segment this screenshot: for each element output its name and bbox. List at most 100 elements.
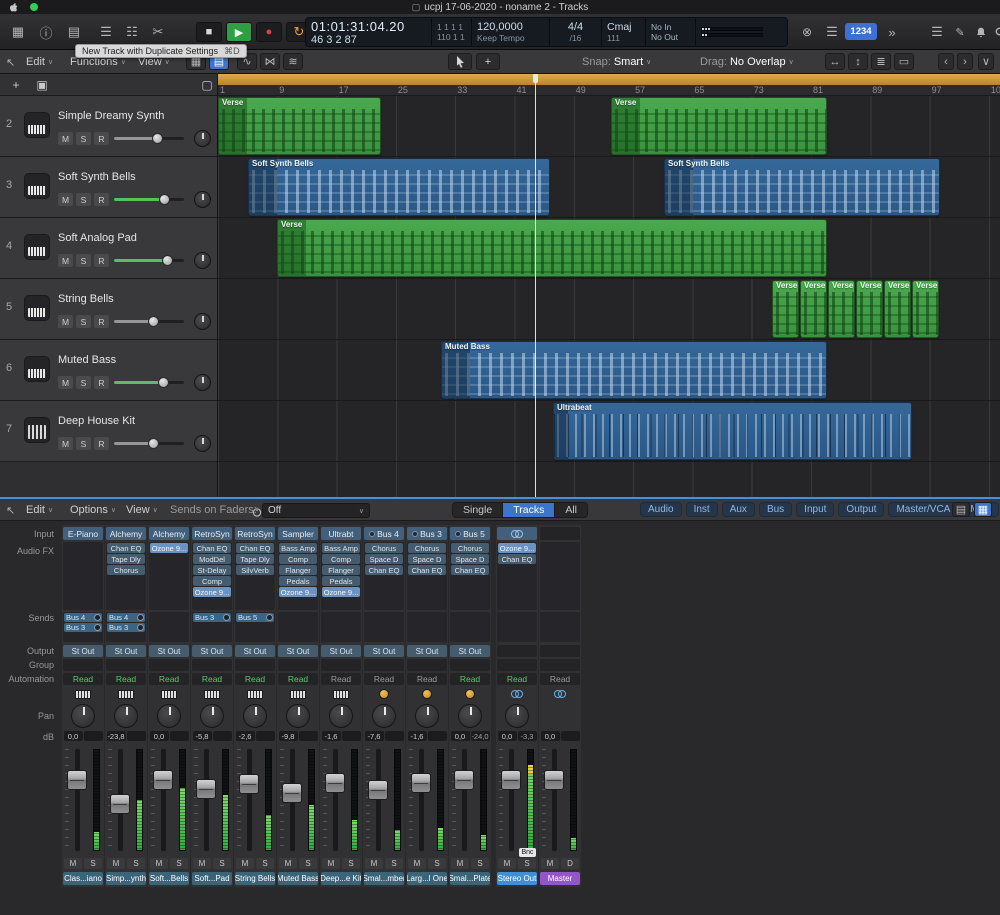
mixer-wide-view-icon[interactable]: ▦ <box>974 502 992 517</box>
fx-slot[interactable]: Chan EQ <box>408 565 446 575</box>
volume-value[interactable]: -9,8 <box>279 731 298 741</box>
toolbar-toggle-icon[interactable]: ▦ <box>6 22 30 42</box>
track-header[interactable]: 6 Muted Bass M S R <box>0 340 217 401</box>
mixer-channel-strip[interactable]: Bus 3 ChorusSpace DChan EQ St Out Read -… <box>406 525 448 887</box>
fx-slot[interactable]: Ozone 9... <box>322 587 360 597</box>
record-enable-button[interactable]: R <box>94 254 109 267</box>
record-enable-button[interactable]: R <box>94 315 109 328</box>
channel-automation-slot[interactable]: Read <box>192 673 232 685</box>
pan-knob[interactable] <box>194 435 211 452</box>
filter-audio[interactable]: Audio <box>640 502 682 517</box>
midi-region[interactable]: Verse <box>218 97 381 155</box>
command-click-tool-button[interactable]: + <box>476 53 500 70</box>
channel-sends-area[interactable]: Bus 3 <box>192 612 232 642</box>
channel-group-slot[interactable] <box>235 659 275 671</box>
channel-input-slot[interactable]: Bus 4 <box>364 527 404 540</box>
volume-value[interactable]: 0,0 <box>64 731 83 741</box>
solo-button[interactable]: S <box>471 858 489 869</box>
solo-button[interactable]: D <box>561 858 579 869</box>
mute-button[interactable]: M <box>322 858 340 869</box>
bar-ruler[interactable]: 191725334149576573818997105 <box>218 74 1000 96</box>
fx-slot[interactable]: St-Delay <box>193 565 231 575</box>
solo-button[interactable]: S <box>76 376 91 389</box>
mixer-channel-strip[interactable]: Bus 4 ChorusSpace DChan EQ St Out Read -… <box>363 525 405 887</box>
record-enable-button[interactable]: R <box>94 376 109 389</box>
lcd-signature-cell[interactable]: 4/4 /16 <box>550 18 602 46</box>
track-header[interactable]: 7 Deep House Kit M S R <box>0 401 217 462</box>
channel-group-slot[interactable] <box>149 659 189 671</box>
list-editors-icon[interactable]: ☰ <box>820 22 844 42</box>
channel-input-slot[interactable] <box>497 527 537 540</box>
channel-name[interactable]: Smal...mber <box>364 872 404 885</box>
channel-name[interactable]: Stereo Out <box>497 872 537 885</box>
fader-handle[interactable] <box>239 774 259 794</box>
channel-group-slot[interactable] <box>540 659 580 671</box>
solo-button[interactable]: S <box>127 858 145 869</box>
playhead[interactable] <box>535 74 536 497</box>
channel-input-slot[interactable]: RetroSyn <box>192 527 232 540</box>
solo-button[interactable]: S <box>518 858 536 869</box>
track-header[interactable]: 2 Simple Dreamy Synth M S R <box>0 96 217 157</box>
left-click-tool-button[interactable] <box>448 53 472 70</box>
midi-region[interactable]: Verse <box>828 280 855 338</box>
volume-value[interactable]: -5,8 <box>193 731 212 741</box>
fader-handle[interactable] <box>544 770 564 790</box>
midi-region[interactable]: Verse <box>277 219 827 277</box>
pan-knob[interactable] <box>157 704 181 728</box>
volume-value[interactable]: 0,0 <box>541 731 560 741</box>
mute-button[interactable]: M <box>64 858 82 869</box>
channel-sends-area[interactable] <box>364 612 404 642</box>
midi-region[interactable]: Soft Synth Bells <box>248 158 550 216</box>
tab-tracks[interactable]: Tracks <box>503 503 555 517</box>
channel-sends-area[interactable] <box>149 612 189 642</box>
track-name[interactable]: Deep House Kit <box>58 415 135 427</box>
fx-slot[interactable]: Pedals <box>279 576 317 586</box>
filter-output[interactable]: Output <box>838 502 884 517</box>
search-icon[interactable] <box>988 22 1000 42</box>
mixer-channel-strip[interactable]: Alchemy Chan EQTape DlyChorus Bus 4Bus 3… <box>105 525 147 887</box>
solo-button[interactable]: S <box>76 315 91 328</box>
pan-knob[interactable] <box>458 704 482 728</box>
channel-automation-slot[interactable]: Read <box>407 673 447 685</box>
fx-slot[interactable]: Chan EQ <box>498 554 536 564</box>
channel-name[interactable]: String Bells <box>235 872 275 885</box>
midi-in-pointer-icon[interactable]: ↖ <box>6 54 15 70</box>
mixer-channel-strip[interactable]: Ultrabt Bass AmpCompFlangerPedalsOzone 9… <box>320 525 362 887</box>
lcd-division[interactable]: /16 <box>570 33 582 43</box>
volume-value[interactable]: 0,0 <box>498 731 517 741</box>
fx-slot[interactable]: Flanger <box>322 565 360 575</box>
mixer-icon[interactable]: ☷ <box>120 22 144 42</box>
channel-group-slot[interactable] <box>278 659 318 671</box>
channel-automation-slot[interactable]: Read <box>63 673 103 685</box>
channel-name[interactable]: Smal...Plate <box>450 872 490 885</box>
record-enable-button[interactable]: R <box>94 437 109 450</box>
zoom-horizontal-icon[interactable]: ↔ <box>825 53 845 70</box>
lcd-signature[interactable]: 4/4 <box>568 21 583 33</box>
fx-slot[interactable]: Chorus <box>365 543 403 553</box>
send-slot[interactable]: Bus 3 <box>107 623 145 632</box>
mute-button[interactable]: M <box>408 858 426 869</box>
fx-slot[interactable]: Ozone 9... <box>498 543 536 553</box>
mixer-channel-strip[interactable]: Sampler Bass AmpCompFlangerPedalsOzone 9… <box>277 525 319 887</box>
mute-button[interactable]: M <box>58 315 73 328</box>
channel-input-slot[interactable]: Bus 3 <box>407 527 447 540</box>
filter-input[interactable]: Input <box>796 502 834 517</box>
channel-automation-slot[interactable]: Read <box>278 673 318 685</box>
send-level-knob[interactable] <box>223 614 230 621</box>
lcd-bar-position[interactable]: 46 3 2 87 <box>311 34 426 46</box>
mute-button[interactable]: M <box>236 858 254 869</box>
fx-slot[interactable]: Space D <box>451 554 489 564</box>
pan-knob[interactable] <box>200 704 224 728</box>
scroll-right-icon[interactable]: › <box>957 53 973 70</box>
send-level-knob[interactable] <box>266 614 273 621</box>
channel-fx-area[interactable]: Ozone 9... <box>149 542 189 610</box>
track-name[interactable]: Soft Analog Pad <box>58 232 137 244</box>
volume-slider[interactable] <box>114 442 184 445</box>
fader-handle[interactable] <box>454 770 474 790</box>
solo-button[interactable]: S <box>76 193 91 206</box>
channel-group-slot[interactable] <box>364 659 404 671</box>
send-slot[interactable]: Bus 4 <box>107 613 145 622</box>
pan-knob[interactable] <box>372 704 396 728</box>
midi-region[interactable]: Verse <box>884 280 911 338</box>
mixer-options-menu[interactable]: Options∨ <box>70 502 116 518</box>
